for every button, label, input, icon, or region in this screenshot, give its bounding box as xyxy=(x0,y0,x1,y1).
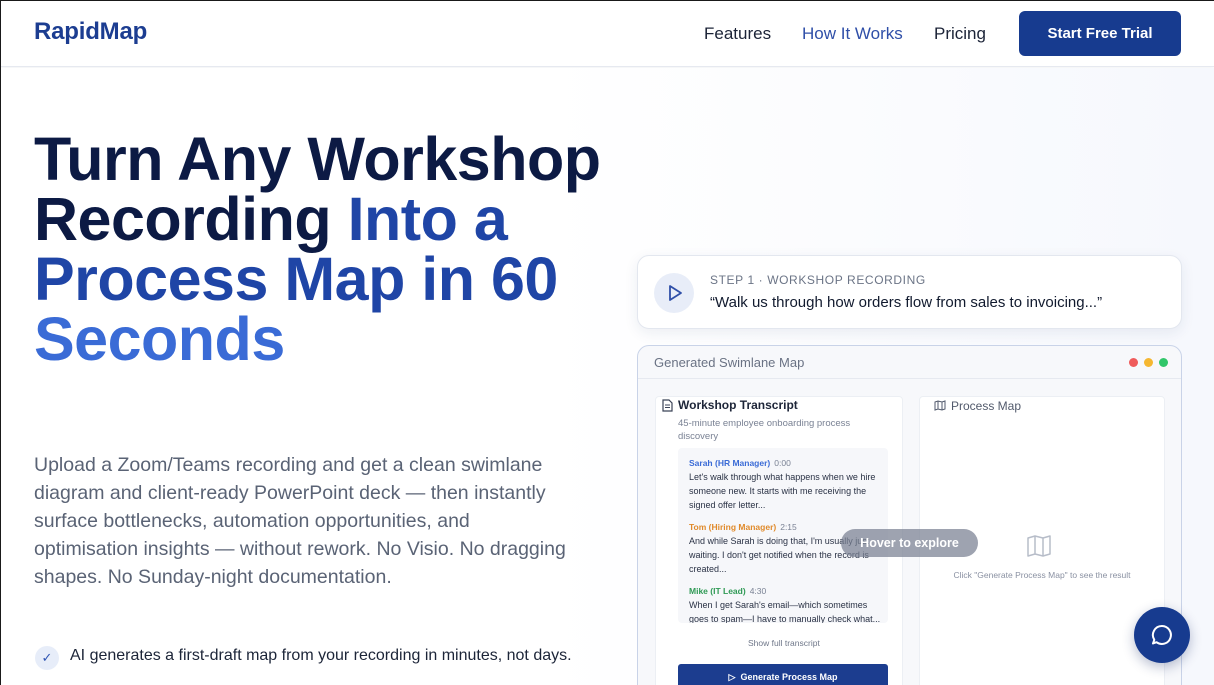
play-button[interactable] xyxy=(654,273,694,313)
hover-to-explore-badge: Hover to explore xyxy=(841,529,978,557)
nav-link-pricing[interactable]: Pricing xyxy=(934,24,986,44)
chat-bubble-icon xyxy=(1151,624,1172,645)
speaker-name: Tom (Hiring Manager) xyxy=(689,522,777,532)
message-text: When I get Sarah's email—which sometimes… xyxy=(689,600,881,623)
process-map-title: Process Map xyxy=(951,399,1022,413)
headline-dark: Turn Any Workshop Recording xyxy=(34,125,601,253)
show-full-transcript-link[interactable]: Show full transcript xyxy=(748,638,820,648)
top-nav: RapidMap Features How It Works Pricing S… xyxy=(1,1,1214,67)
document-icon xyxy=(662,399,673,412)
speaker-name: Sarah (HR Manager) xyxy=(689,458,771,468)
step-label: STEP 1 · WORKSHOP RECORDING xyxy=(710,273,926,287)
list-item: Mike (IT Lead) 4:30 When I get Sarah's em… xyxy=(689,586,884,623)
hero-subtext: Upload a Zoom/Teams recording and get a … xyxy=(34,454,566,588)
play-icon: ▷ xyxy=(728,671,741,682)
swimlane-map-window: Generated Swimlane Map Workshop Transcri… xyxy=(637,345,1182,685)
bullet-item: AI generates a first-draft map from your… xyxy=(70,647,572,664)
generate-button-label: Generate Process Map xyxy=(740,671,838,682)
logo[interactable]: RapidMap xyxy=(34,18,147,46)
nav-link-features[interactable]: Features xyxy=(704,24,771,44)
speaker-name: Mike (IT Lead) xyxy=(689,586,746,596)
step-quote: “Walk us through how orders flow from sa… xyxy=(710,294,1103,311)
generate-process-map-button[interactable]: ▷ Generate Process Map xyxy=(678,664,888,685)
process-map-hint: Click "Generate Process Map" to see the … xyxy=(953,570,1131,580)
nav-link-how-it-works[interactable]: How It Works xyxy=(802,24,903,44)
list-item: Sarah (HR Manager) 0:00 Let's walk throug… xyxy=(689,458,884,512)
chat-button[interactable] xyxy=(1134,607,1190,663)
headline-light-blue: Seconds xyxy=(34,305,285,373)
window-title: Generated Swimlane Map xyxy=(654,355,805,370)
timestamp: 2:15 xyxy=(780,522,797,532)
transcript-title: Workshop Transcript xyxy=(678,398,798,412)
play-icon xyxy=(669,285,682,301)
start-free-trial-button[interactable]: Start Free Trial xyxy=(1019,11,1181,56)
hero-headline: Turn Any Workshop Recording Into a Proce… xyxy=(34,129,614,370)
map-placeholder-icon xyxy=(1027,535,1051,557)
step-card: STEP 1 · WORKSHOP RECORDING “Walk us thr… xyxy=(637,255,1182,329)
timestamp: 4:30 xyxy=(749,586,767,596)
message-text: Let's walk through what happens when we … xyxy=(689,472,876,510)
check-icon: ✓ xyxy=(35,646,59,670)
map-icon xyxy=(934,400,946,411)
hover-label: Hover to explore xyxy=(860,536,959,550)
timestamp: 0:00 xyxy=(774,458,791,468)
window-dot-yellow xyxy=(1144,358,1153,367)
transcript-subtitle: 45-minute employee onboarding process di… xyxy=(678,418,851,442)
divider xyxy=(638,378,1181,379)
window-dot-red xyxy=(1129,358,1138,367)
window-dot-green xyxy=(1159,358,1168,367)
